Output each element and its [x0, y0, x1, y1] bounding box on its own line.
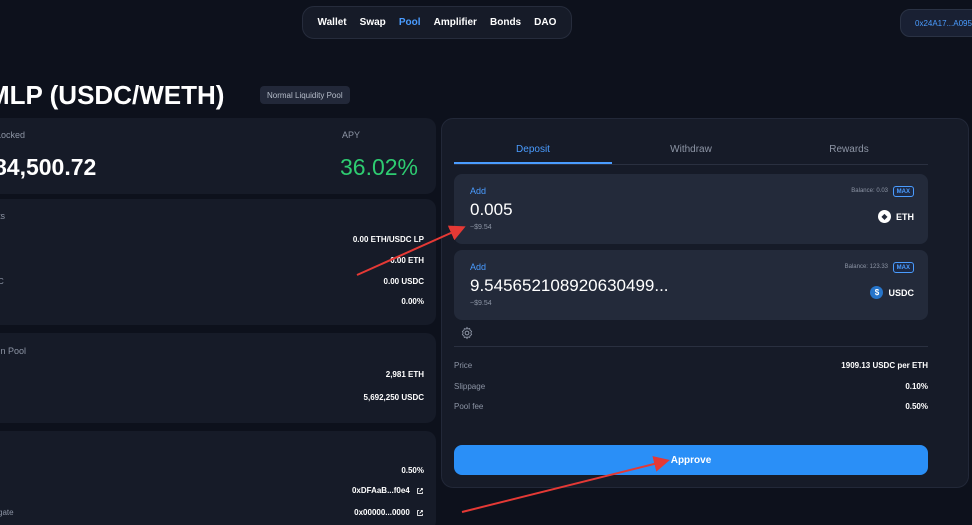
eth-token-selector: ◆ ETH [878, 210, 914, 223]
usdc-add-label: Add [470, 262, 487, 272]
approve-button[interactable]: Approve [454, 445, 928, 475]
nav-swap[interactable]: Swap [360, 17, 386, 28]
eth-balance: 0.00 ETH [390, 256, 424, 265]
apy-label: APY [342, 130, 361, 140]
usdc-icon: $ [870, 286, 884, 299]
usdc-token-selector: $ USDC [870, 286, 914, 299]
gate-label: gate [0, 508, 14, 517]
price-value: 1909.13 USDC per ETH [841, 361, 928, 370]
nav-amplifier[interactable]: Amplifier [434, 17, 477, 28]
pool-details-card: 0.50% 0xDFAaB...f0e4 gate 0x00000...0000 [0, 431, 436, 525]
pool-fee-value: 0.50% [905, 402, 928, 411]
eth-max-button[interactable]: MAX [892, 186, 914, 197]
eth-icon: ◆ [878, 210, 891, 223]
external-link-icon [417, 510, 423, 516]
tvl-label: Locked [0, 130, 26, 140]
tab-withdraw[interactable]: Withdraw [612, 137, 770, 164]
page-title: MLP (USDC/WETH) [0, 80, 225, 110]
eth-amount-input[interactable] [470, 200, 790, 220]
nav-pool[interactable]: Pool [399, 17, 421, 28]
pool-reserves-label: In Pool [0, 346, 27, 356]
usdc-input-box: Add ~$9.54 Balance: 123.33 MAX $ USDC [454, 250, 928, 320]
eth-balance-text: Balance: 0.03 [851, 188, 888, 194]
reserve-usdc: 5,692,250 USDC [363, 393, 424, 402]
pool-type-badge: Normal Liquidity Pool [260, 86, 350, 104]
pool-reserves-card: In Pool 2,981 ETH 5,692,250 USDC [0, 333, 436, 423]
assets-card: ts 0.00 ETH/USDC LP 0.00 ETH C 0.00 USDC… [0, 199, 436, 325]
eth-usd-value: ~$9.54 [470, 224, 492, 231]
eth-input-box: Add ~$9.54 Balance: 0.03 MAX ◆ ETH [454, 174, 928, 244]
eth-add-label: Add [470, 186, 487, 196]
tab-rewards[interactable]: Rewards [770, 137, 928, 164]
nav-dao[interactable]: DAO [534, 17, 556, 28]
usdc-amount-input[interactable] [470, 276, 790, 296]
pool-fee-label: Pool fee [454, 402, 484, 411]
gate-address-link[interactable]: 0x00000...0000 [354, 508, 424, 517]
contract-address-link[interactable]: 0xDFAaB...f0e4 [352, 486, 424, 495]
contract-address: 0xDFAaB...f0e4 [351, 486, 410, 495]
price-label: Price [454, 361, 473, 370]
fee-value: 0.50% [401, 466, 424, 475]
panel-divider [454, 346, 928, 347]
liquidity-panel: Deposit Withdraw Rewards Add ~$9.54 Bala… [441, 118, 969, 488]
wallet-address-button[interactable]: 0x24A17...A095 [900, 9, 972, 37]
tvl-card: Locked 84,500.72 APY 36.02% [0, 118, 436, 194]
tab-deposit[interactable]: Deposit [454, 137, 612, 164]
pool-share: 0.00% [401, 297, 424, 306]
gate-address: 0x00000...0000 [354, 508, 410, 517]
lp-balance: 0.00 ETH/USDC LP [352, 235, 424, 244]
external-link-icon [417, 488, 423, 494]
top-nav: Wallet Swap Pool Amplifier Bonds DAO [302, 6, 572, 39]
reserve-eth: 2,981 ETH [385, 370, 424, 379]
nav-wallet[interactable]: Wallet [318, 17, 347, 28]
usdc-token-label: USDC [888, 287, 914, 298]
apy-value: 36.02% [340, 154, 419, 180]
panel-tabs: Deposit Withdraw Rewards [454, 137, 928, 165]
usdc-max-button[interactable]: MAX [892, 262, 914, 273]
usdc-balance: 0.00 USDC [383, 277, 424, 286]
eth-token-label: ETH [896, 211, 914, 222]
nav-bonds[interactable]: Bonds [490, 17, 521, 28]
usdc-usd-value: ~$9.54 [470, 300, 492, 307]
assets-label: ts [0, 211, 6, 221]
settings-gear-icon[interactable] [460, 326, 474, 340]
usdc-balance-text: Balance: 123.33 [844, 264, 888, 270]
usdc-row-label: C [0, 277, 4, 286]
slippage-value: 0.10% [905, 382, 928, 391]
tvl-value: 84,500.72 [0, 154, 97, 180]
slippage-label: Slippage [454, 382, 486, 391]
